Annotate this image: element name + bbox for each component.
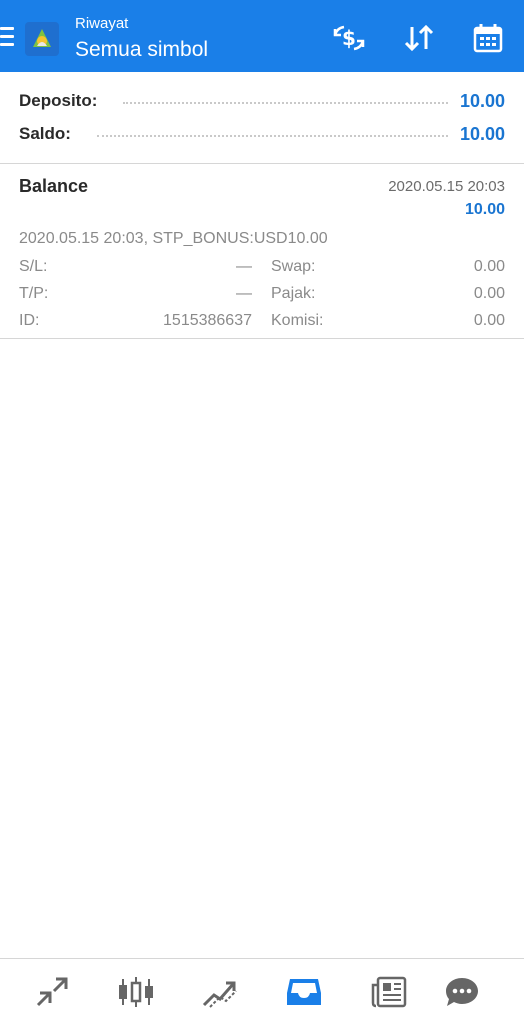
swap-label: Swap: [271,258,316,275]
account-summary: Deposito: 10.00 Saldo: 10.00 [0,72,524,164]
header-title[interactable]: Semua simbol [75,38,208,62]
entry-comment: 2020.05.15 20:03, STP_BONUS:USD10.00 [19,230,328,247]
news-icon[interactable] [369,973,409,1011]
balance-label: Saldo: [19,124,71,143]
id-label: ID: [19,312,40,329]
svg-text:$: $ [342,26,356,50]
trade-icon[interactable] [200,973,240,1011]
candlestick-chart-icon[interactable] [116,973,156,1011]
id-value: 1515386637 [163,312,252,329]
app-logo [25,22,59,56]
app-header: Riwayat Semua simbol $ [0,0,524,72]
commission-value: 0.00 [473,312,505,329]
tp-value: — [236,285,252,302]
bottom-navigation [0,958,524,1024]
sl-value: — [236,258,252,275]
tax-value: 0.00 [473,285,505,302]
deposit-value: 10.00 [459,90,505,111]
entry-title: Balance [19,176,89,196]
dotted-leader [96,135,448,137]
header-subtitle: Riwayat [75,15,129,32]
calendar-icon[interactable] [469,19,507,57]
tp-label: T/P: [19,285,49,302]
summary-row-deposit: Deposito: 10.00 [19,89,505,113]
quotes-icon[interactable] [32,973,72,1011]
history-inbox-icon[interactable] [284,973,324,1011]
sl-label: S/L: [19,258,48,275]
menu-icon[interactable] [0,27,14,47]
balance-value: 10.00 [459,123,505,144]
swap-value: 0.00 [473,258,505,275]
summary-row-balance: Saldo: 10.00 [19,122,505,146]
entry-time: 2020.05.15 20:03 [388,178,505,195]
currency-exchange-icon[interactable]: $ [330,19,368,57]
sort-icon[interactable] [400,19,438,57]
dotted-leader [123,102,448,104]
deposit-label: Deposito: [19,91,98,110]
history-entry[interactable]: Balance 2020.05.15 20:03 10.00 2020.05.1… [0,164,524,339]
chat-icon[interactable] [442,973,482,1011]
commission-label: Komisi: [271,312,324,329]
entry-amount: 10.00 [464,201,505,218]
tax-label: Pajak: [271,285,316,302]
